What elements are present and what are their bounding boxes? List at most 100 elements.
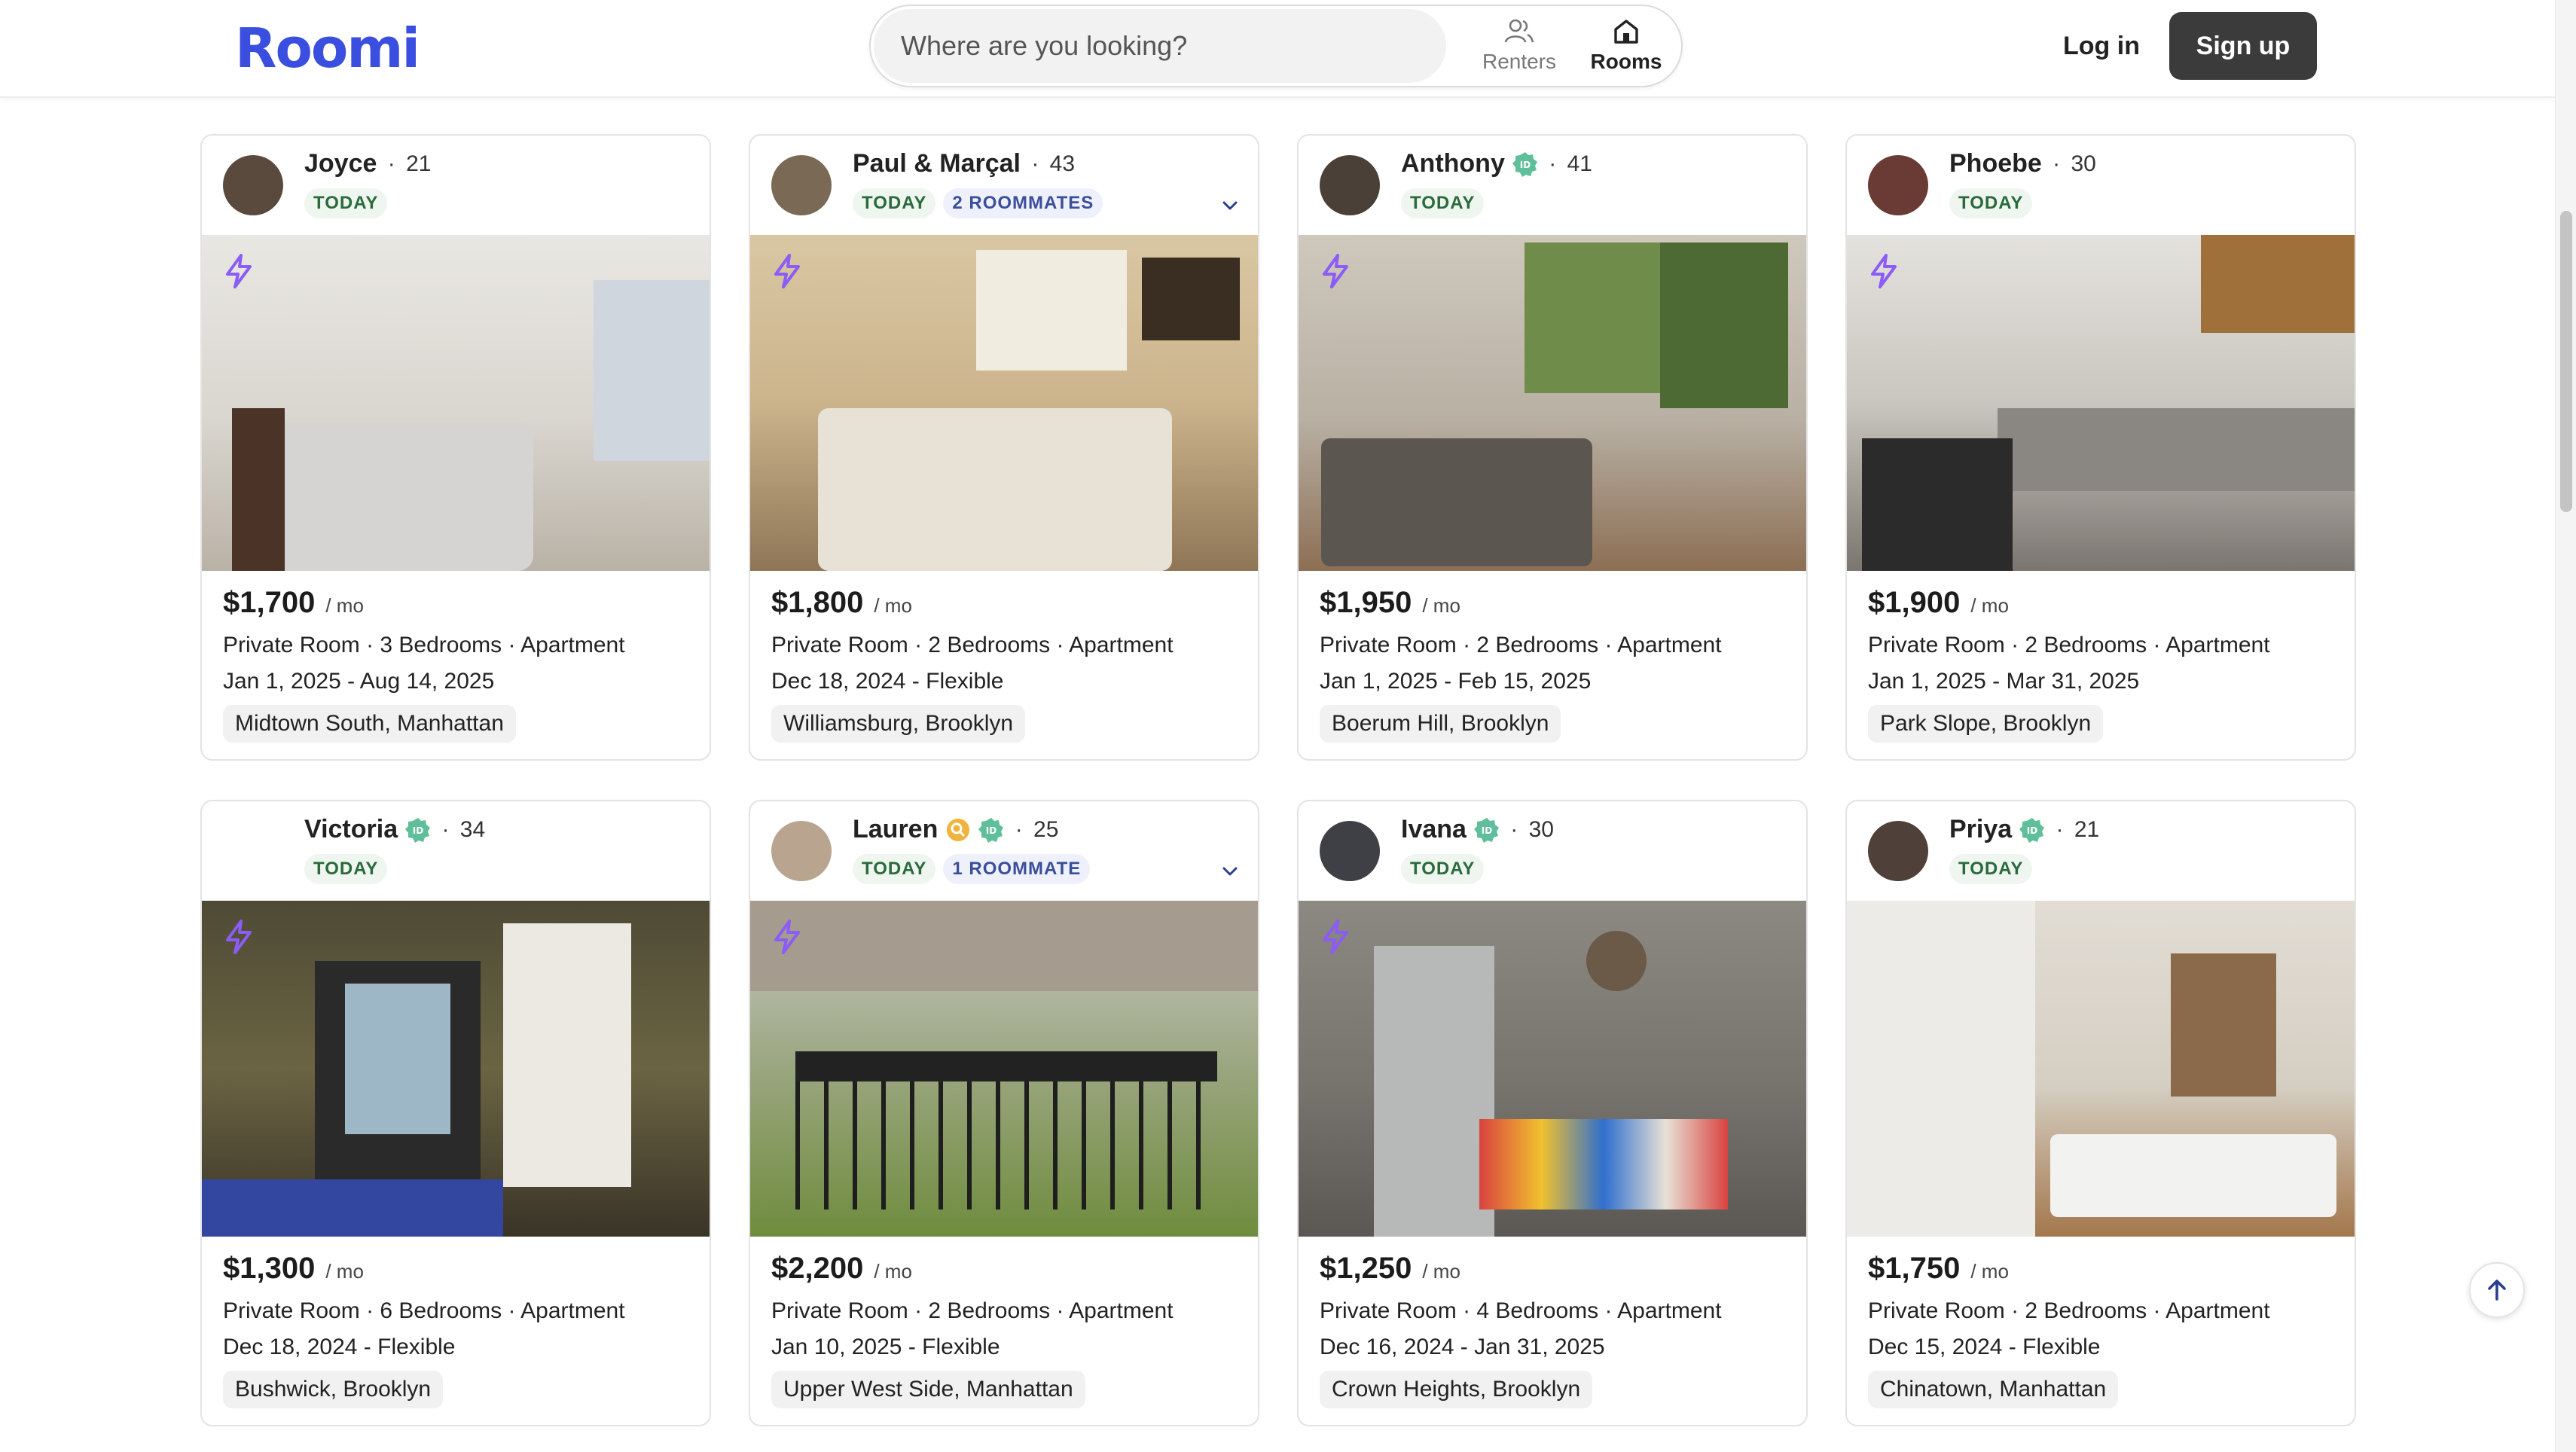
svg-text:ID: ID (2027, 825, 2037, 836)
listing-card[interactable]: Phoebe · 30 TODAY $1,900/ mo Private Room ·… (1845, 134, 2356, 761)
listing-details: Private Room · 2 Bedrooms · Apartment (771, 1298, 1174, 1323)
host-name[interactable]: Victoria (304, 815, 398, 843)
listing-photo[interactable] (750, 901, 1258, 1237)
location-tag[interactable]: Upper West Side, Manhattan (771, 1371, 1085, 1408)
listing-host-line: Phoebe · 30 (1949, 149, 2096, 185)
listing-price-line: $1,250 / mo (1320, 1252, 1460, 1286)
arrow-up-icon (2488, 1280, 2506, 1301)
lightning-icon (226, 920, 252, 954)
listing-card[interactable]: Joyce · 21 TODAY $1,700/ mo Private Room · … (200, 134, 711, 761)
host-age-separator: · (1024, 151, 1045, 176)
host-age: 30 (2071, 151, 2096, 176)
listing-card[interactable]: Anthony ID · 41 TODAY $1,950 / mo Private Roo… (1297, 134, 1808, 761)
listing-photo[interactable] (202, 235, 710, 571)
price-period: / mo (1422, 594, 1460, 617)
price-period: / mo (874, 594, 912, 617)
listing-card[interactable]: Priya ID · 21 TODAY $1,750 / mo Private Room … (1845, 800, 2356, 1426)
avatar[interactable] (223, 155, 283, 215)
tab-renters[interactable]: Renters (1463, 18, 1576, 78)
posted-today-badge: TODAY (1949, 188, 2033, 218)
listing-photo[interactable] (1299, 235, 1806, 571)
page-scrollbar[interactable] (2555, 0, 2576, 1452)
svg-text:ID: ID (1520, 160, 1531, 170)
host-name[interactable]: Joyce (304, 149, 377, 178)
location-tag[interactable]: Park Slope, Brooklyn (1868, 705, 2104, 743)
tab-rooms-label: Rooms (1590, 50, 1662, 73)
listing-card-header: Priya ID · 21 TODAY (1847, 801, 2355, 901)
lightning-icon (774, 920, 800, 954)
chevron-down-icon[interactable] (1219, 860, 1241, 883)
host-name[interactable]: Phoebe (1949, 149, 2042, 178)
svg-text:ID: ID (413, 825, 423, 836)
location-tag[interactable]: Williamsburg, Brooklyn (771, 705, 1026, 743)
listing-photo[interactable] (202, 901, 710, 1237)
back-to-top-button[interactable] (2469, 1262, 2525, 1318)
avatar[interactable] (1320, 821, 1380, 881)
listing-card[interactable]: Lauren ID · 25 TODAY 1 ROOMMATE $2,200 / mo Pr… (749, 800, 1259, 1426)
host-age-separator: · (1009, 816, 1030, 842)
listing-photo[interactable] (1299, 901, 1806, 1237)
listing-card[interactable]: Paul & Marçal · 43 TODAY 2 ROOMMATES $1,800… (749, 134, 1259, 761)
chevron-down-icon[interactable] (1219, 194, 1241, 217)
avatar[interactable] (1868, 155, 1928, 215)
id-verified-icon: ID (405, 817, 431, 843)
tab-rooms[interactable]: Rooms (1570, 18, 1683, 78)
listing-price: $1,750 (1868, 1252, 1961, 1285)
avatar[interactable] (771, 821, 832, 881)
listing-card-header: Anthony ID · 41 TODAY (1299, 136, 1806, 235)
posted-today-badge: TODAY (304, 854, 388, 884)
listing-card-header: Phoebe · 30 TODAY (1847, 136, 2355, 235)
posted-today-badge: TODAY (1401, 854, 1485, 884)
listing-card[interactable]: Victoria ID · 34 TODAY $1,300 / mo Private Ro… (200, 800, 711, 1426)
location-tag[interactable]: Bushwick, Brooklyn (223, 1371, 444, 1408)
avatar[interactable] (223, 821, 283, 881)
host-name[interactable]: Priya (1949, 815, 2012, 843)
location-tag[interactable]: Crown Heights, Brooklyn (1320, 1371, 1593, 1408)
listing-dates: Dec 18, 2024 - Flexible (771, 669, 1004, 694)
host-name[interactable]: Paul & Marçal (853, 149, 1021, 178)
listing-photo[interactable] (1847, 901, 2355, 1237)
listing-photo[interactable] (1847, 235, 2355, 571)
svg-text:ID: ID (1482, 825, 1492, 836)
listing-details: Private Room · 2 Bedrooms · Apartment (1868, 633, 2270, 657)
roommates-badge: 1 ROOMMATE (943, 854, 1091, 884)
listing-card[interactable]: Ivana ID · 30 TODAY $1,250 / mo Private Room … (1297, 800, 1808, 1426)
location-tag[interactable]: Midtown South, Manhattan (223, 705, 516, 743)
listing-price-line: $1,950 / mo (1320, 586, 1460, 620)
login-button[interactable]: Log in (2049, 12, 2154, 80)
avatar[interactable] (1320, 155, 1380, 215)
listing-photo[interactable] (750, 235, 1258, 571)
host-age: 43 (1049, 151, 1076, 176)
lightning-icon (1323, 920, 1348, 954)
host-name[interactable]: Anthony (1401, 149, 1505, 178)
listing-card-header: Lauren ID · 25 TODAY 1 ROOMMATE (750, 801, 1258, 901)
avatar[interactable] (771, 155, 832, 215)
search-bar: Renters Rooms (869, 5, 1683, 87)
signup-button[interactable]: Sign up (2169, 12, 2317, 80)
listing-price-line: $1,300 / mo (223, 1252, 364, 1286)
lightning-icon (774, 254, 800, 288)
lightning-icon (226, 254, 252, 288)
host-name[interactable]: Lauren (853, 815, 938, 843)
listing-badges: TODAY (304, 188, 395, 218)
listing-host-line: Anthony ID · 41 (1401, 149, 1592, 185)
scrollbar-thumb[interactable] (2560, 211, 2572, 512)
listing-badges: TODAY 1 ROOMMATE (853, 854, 1097, 884)
listing-details: Private Room · 2 Bedrooms · Apartment (771, 633, 1174, 657)
listing-price: $1,300 (223, 1252, 316, 1285)
listing-details: Private Room · 2 Bedrooms · Apartment (1868, 1298, 2270, 1323)
roomi-logo[interactable]: Roomi (235, 18, 420, 78)
location-tag[interactable]: Chinatown, Manhattan (1868, 1371, 2119, 1408)
host-age-separator: · (435, 816, 456, 842)
posted-today-badge: TODAY (1949, 854, 2033, 884)
listing-price: $1,250 (1320, 1252, 1412, 1285)
price-period: / mo (325, 594, 364, 617)
listing-details: Private Room · 6 Bedrooms · Apartment (223, 1298, 625, 1323)
search-input[interactable] (874, 9, 1446, 83)
host-age: 21 (2074, 816, 2100, 842)
host-name[interactable]: Ivana (1401, 815, 1467, 843)
listing-details: Private Room · 2 Bedrooms · Apartment (1320, 633, 1722, 657)
listing-card-header: Joyce · 21 TODAY (202, 136, 710, 235)
location-tag[interactable]: Boerum Hill, Brooklyn (1320, 705, 1561, 743)
avatar[interactable] (1868, 821, 1928, 881)
